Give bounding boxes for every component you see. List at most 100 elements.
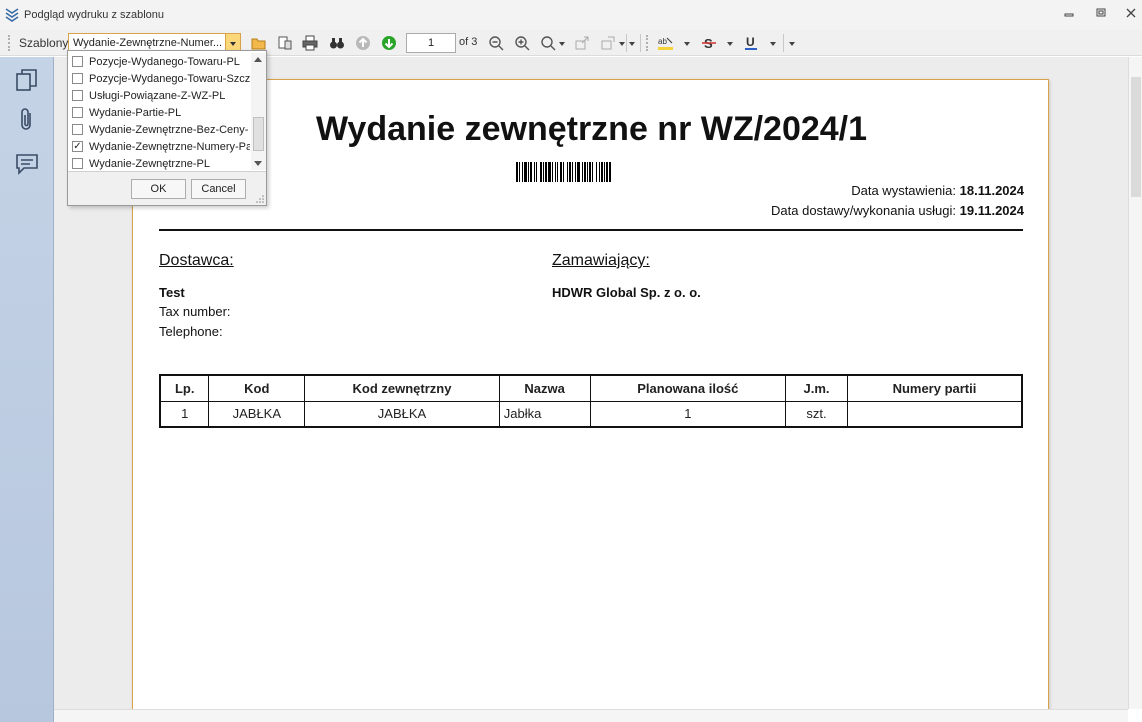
- template-checkbox[interactable]: [72, 158, 83, 169]
- open-folder-button[interactable]: [251, 35, 267, 51]
- column-header: Planowana ilość: [589, 374, 787, 402]
- toolbar-grip[interactable]: [8, 35, 11, 51]
- template-checkbox[interactable]: [72, 90, 83, 101]
- previous-page-button[interactable]: [355, 35, 371, 51]
- table-cell: szt.: [785, 400, 848, 428]
- vertical-scrollbar[interactable]: [1128, 57, 1142, 709]
- svg-text:U: U: [746, 35, 755, 49]
- printer-icon: [302, 35, 318, 51]
- zoom-in-icon: [515, 36, 530, 51]
- column-header: Kod zewnętrzny: [304, 374, 500, 402]
- template-option[interactable]: Wydanie-Zewnętrzne-PL: [72, 155, 250, 172]
- zoom-out-icon: [489, 36, 504, 51]
- arrow-up-circle-icon: [356, 36, 370, 50]
- page-number-input[interactable]: 1: [406, 33, 456, 53]
- template-checkbox[interactable]: [72, 107, 83, 118]
- print-button[interactable]: [302, 35, 318, 51]
- template-option-label: Pozycje-Wydanego-Towaru-PL: [89, 55, 240, 68]
- zoom-menu-button[interactable]: [540, 35, 556, 51]
- ok-button[interactable]: OK: [131, 179, 186, 199]
- zoom-out-button[interactable]: [488, 35, 504, 51]
- template-dropdown-list: Pozycje-Wydanego-Towaru-PL Pozycje-Wydan…: [67, 50, 267, 206]
- minimize-icon: [1064, 13, 1074, 17]
- zoom-dropdown-arrow[interactable]: [559, 42, 565, 46]
- page-count-label: of 3: [459, 36, 478, 48]
- issue-date-label: Data wystawienia:: [851, 183, 957, 198]
- table-cell: 1: [159, 400, 210, 428]
- column-header: Kod: [208, 374, 306, 402]
- minimize-button[interactable]: [1060, 7, 1078, 23]
- close-button[interactable]: [1122, 7, 1140, 23]
- template-option[interactable]: ✓ Wydanie-Zewnętrzne-Numery-Pa: [72, 138, 250, 155]
- toolbar-overflow-arrow[interactable]: [629, 42, 635, 46]
- template-option[interactable]: Usługi-Powiązane-Z-WZ-PL: [72, 87, 250, 104]
- resize-grip-icon[interactable]: [256, 195, 264, 203]
- toolbar-separator: [626, 34, 627, 52]
- toolbar-grip[interactable]: [646, 35, 649, 51]
- vertical-scrollbar-thumb[interactable]: [1131, 77, 1141, 197]
- template-checkbox[interactable]: [72, 56, 83, 67]
- document-page: Wydanie zewnętrzne nr WZ/2024/1 Data wys…: [132, 79, 1049, 719]
- column-header: J.m.: [785, 374, 848, 402]
- underline-dropdown-arrow[interactable]: [770, 42, 776, 46]
- template-option[interactable]: Wydanie-Zewnętrzne-Bez-Ceny-: [72, 121, 250, 138]
- maximize-button[interactable]: [1092, 7, 1110, 23]
- supplier-phone-label: Telephone:: [159, 324, 223, 339]
- zoom-icon: [541, 36, 556, 51]
- send-button[interactable]: [600, 35, 616, 51]
- scroll-down-icon[interactable]: [254, 161, 262, 166]
- scroll-up-icon[interactable]: [254, 57, 262, 62]
- table-cell: [846, 400, 1023, 428]
- send-dropdown-arrow[interactable]: [619, 42, 625, 46]
- template-checkbox[interactable]: [72, 73, 83, 84]
- template-option[interactable]: Pozycje-Wydanego-Towaru-Szcz: [72, 70, 250, 87]
- items-table: Lp. Kod Kod zewnętrzny Nazwa Planowana i…: [159, 374, 1023, 428]
- table-cell: 1: [589, 400, 787, 428]
- buyer-name: HDWR Global Sp. z o. o.: [552, 285, 701, 300]
- supplier-tax-label: Tax number:: [159, 304, 231, 319]
- template-option[interactable]: Wydanie-Partie-PL: [72, 104, 250, 121]
- toolbar-overflow-arrow[interactable]: [789, 42, 795, 46]
- attachment-icon[interactable]: [14, 107, 40, 133]
- supplier-name: Test: [159, 285, 185, 300]
- table-cell: JABŁKA: [304, 400, 500, 428]
- template-option-label: Wydanie-Zewnętrzne-Numery-Pa: [89, 140, 250, 153]
- horizontal-scrollbar[interactable]: [54, 709, 1128, 722]
- template-option[interactable]: Pozycje-Wydanego-Towaru-PL: [72, 53, 250, 70]
- table-cell: Jabłka: [498, 400, 591, 428]
- delivery-date-value: 19.11.2024: [959, 203, 1024, 218]
- header-divider: [159, 229, 1023, 231]
- strikethrough-button[interactable]: S: [701, 35, 717, 51]
- export-icon: [575, 36, 589, 50]
- window-title: Podgląd wydruku z szablonu: [24, 9, 165, 21]
- template-option-label: Pozycje-Wydanego-Towaru-Szcz: [89, 72, 250, 85]
- highlight-text-icon: ab: [658, 37, 673, 50]
- pages-icon[interactable]: [14, 67, 40, 93]
- template-checkbox[interactable]: [72, 124, 83, 135]
- table-header-row: Lp. Kod Kod zewnętrzny Nazwa Planowana i…: [159, 374, 1023, 402]
- next-page-button[interactable]: [381, 35, 397, 51]
- export-button[interactable]: [574, 35, 590, 51]
- page-setup-icon: [278, 36, 292, 50]
- highlight-dropdown-arrow[interactable]: [684, 42, 690, 46]
- cancel-button[interactable]: Cancel: [191, 179, 246, 199]
- supplier-heading: Dostawca:: [159, 252, 234, 269]
- find-button[interactable]: [329, 35, 345, 51]
- underline-button[interactable]: U: [743, 35, 759, 51]
- zoom-in-button[interactable]: [514, 35, 530, 51]
- dropdown-scrollbar-thumb[interactable]: [253, 117, 264, 151]
- comments-icon[interactable]: [14, 151, 40, 177]
- strikethrough-dropdown-arrow[interactable]: [727, 42, 733, 46]
- dropdown-scrollbar[interactable]: [251, 53, 266, 170]
- left-side-panel: [0, 57, 54, 722]
- highlight-button[interactable]: ab: [657, 35, 673, 51]
- template-checkbox-checked[interactable]: ✓: [72, 141, 83, 152]
- page-setup-button[interactable]: [277, 35, 293, 51]
- folder-open-icon: [251, 38, 266, 50]
- delivery-date-row: Data dostawy/wykonania usługi: 19.11.202…: [771, 203, 1024, 218]
- template-select-value: Wydanie-Zewnętrzne-Numer...: [73, 37, 223, 49]
- close-icon: [1126, 8, 1136, 18]
- templates-label: Szablony: [19, 36, 69, 50]
- toolbar-separator: [783, 34, 784, 52]
- delivery-date-label: Data dostawy/wykonania usługi:: [771, 203, 957, 218]
